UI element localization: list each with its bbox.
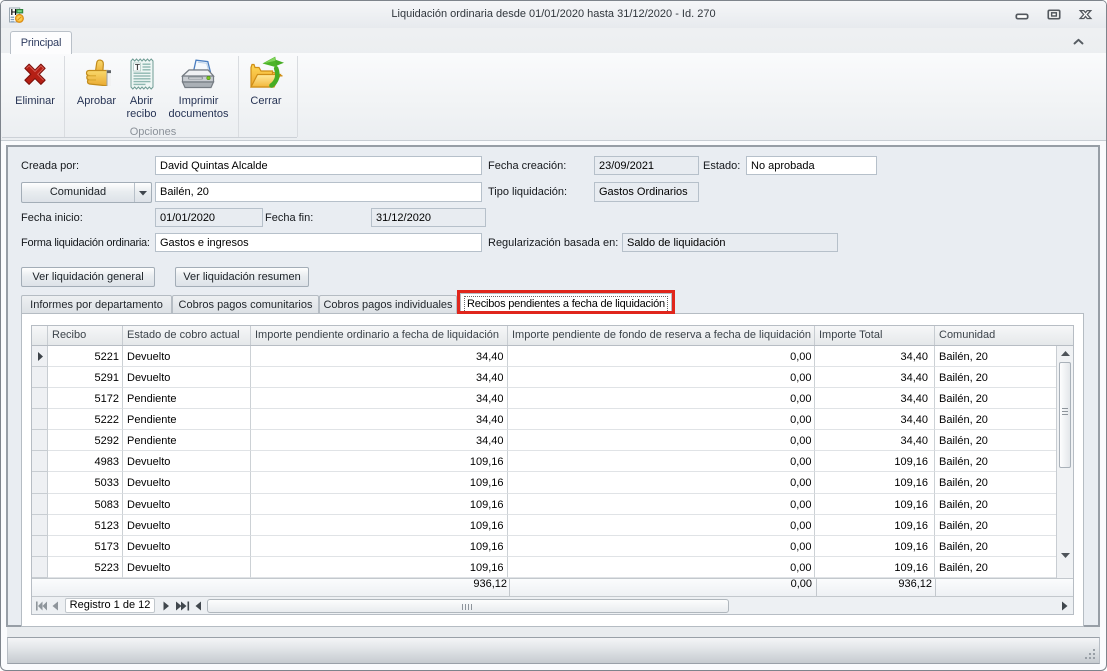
svg-text:T: T — [135, 63, 140, 72]
